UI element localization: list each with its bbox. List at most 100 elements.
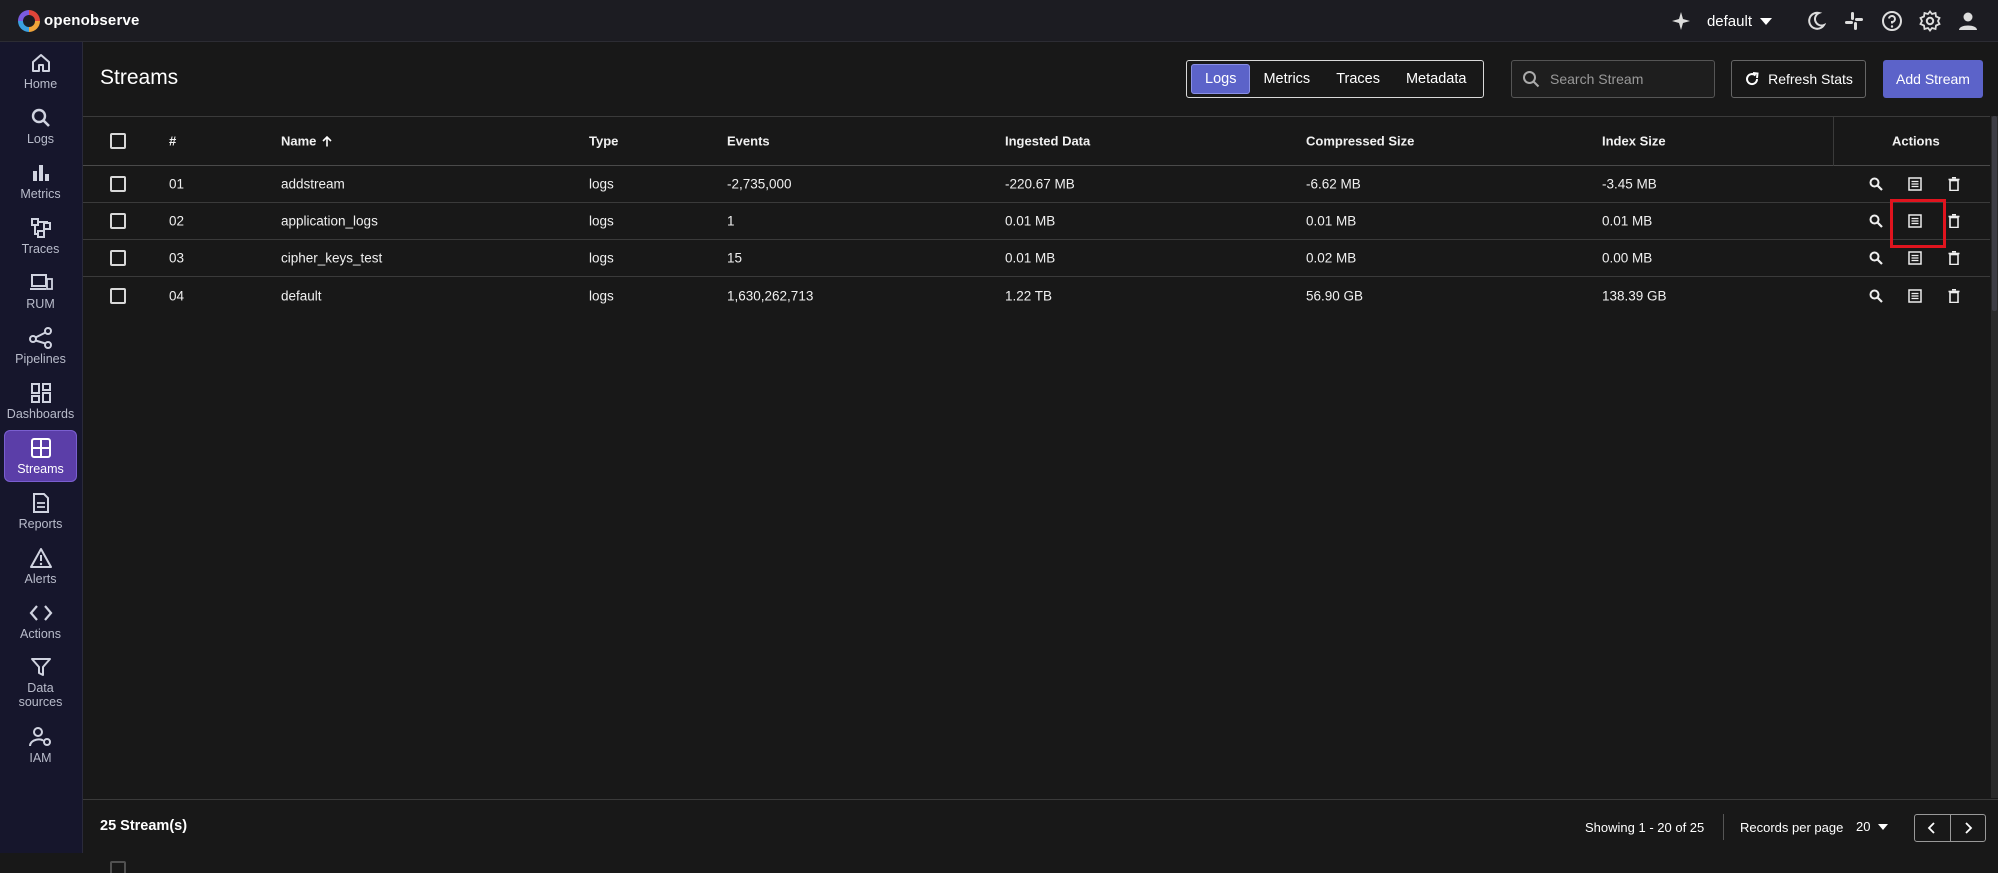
delete-trash-icon[interactable] [1945,212,1963,230]
row-index: 138.39 GB [1602,288,1667,303]
tab-metadata[interactable]: Metadata [1393,65,1479,93]
sparkle-icon[interactable] [1669,9,1693,33]
row-checkbox[interactable] [110,250,126,266]
user-icon[interactable] [1956,9,1980,33]
tab-logs[interactable]: Logs [1191,64,1251,94]
records-per-page-label: Records per page [1740,820,1844,835]
delete-trash-icon[interactable] [1945,287,1963,305]
select-all-checkbox[interactable] [110,133,126,149]
help-icon[interactable] [1880,9,1904,33]
next-page-button[interactable] [1951,815,1986,841]
home-icon [31,54,50,72]
sidebar-item-iam[interactable]: IAM [4,726,77,772]
row-checkbox[interactable] [110,176,126,192]
tab-metrics[interactable]: Metrics [1250,65,1323,93]
sidebar-item-dashboards[interactable]: Dashboards [4,382,77,428]
add-stream-button[interactable]: Add Stream [1883,60,1983,98]
sidebar-item-rum[interactable]: RUM [4,272,77,318]
chevron-left-icon [1927,822,1935,834]
sidebar-item-data-sources[interactable]: Data sources [4,656,77,714]
prev-page-button[interactable] [1915,815,1951,841]
row-type: logs [589,213,614,229]
slack-icon[interactable] [1842,9,1866,33]
explore-search-icon[interactable] [1867,175,1885,193]
explore-search-icon[interactable] [1867,212,1885,230]
records-per-page-select[interactable]: 20 [1856,819,1889,834]
col-ingested: Ingested Data [1005,133,1091,149]
top-bar: openobserve default [0,0,1998,42]
schema-details-icon[interactable] [1906,249,1924,267]
traces-icon [30,218,51,238]
column-divider [1833,117,1834,166]
sidebar-item-pipelines[interactable]: Pipelines [4,327,77,373]
row-events: 1,630,262,713 [727,288,814,303]
row-name: default [281,288,322,303]
sidebar-item-label: Reports [18,517,63,531]
code-icon [29,605,52,621]
sidebar-item-metrics[interactable]: Metrics [4,162,77,208]
table-row: 02 application_logs logs 1 0.01 MB 0.01 … [83,203,1990,240]
row-index: 0.01 MB [1602,213,1653,229]
col-actions: Actions [1892,133,1940,149]
row-compressed: -6.62 MB [1306,176,1361,192]
stream-type-tabs: Logs Metrics Traces Metadata [1186,60,1485,98]
sidebar-item-actions[interactable]: Actions [4,602,77,648]
moon-icon[interactable] [1804,9,1828,33]
row-ingested: -220.67 MB [1005,176,1075,192]
app-logo[interactable]: openobserve [18,9,140,32]
row-compressed: 0.02 MB [1306,250,1357,266]
sidebar-item-logs[interactable]: Logs [4,107,77,153]
sidebar-item-label: Logs [26,132,55,146]
scrollbar-thumb[interactable] [1992,116,1997,311]
tab-traces[interactable]: Traces [1323,65,1393,93]
sidebar-item-label: Metrics [20,187,61,201]
delete-trash-icon[interactable] [1945,249,1963,267]
row-ingested: 1.22 TB [1005,288,1053,303]
sidebar-item-label: RUM [26,297,55,311]
report-icon [32,493,49,513]
footer-divider [1723,814,1724,840]
sidebar-item-label: Actions [20,627,61,641]
highlight-box [1890,199,1946,248]
dashboard-icon [30,383,51,403]
delete-trash-icon[interactable] [1945,175,1963,193]
explore-search-icon[interactable] [1867,249,1885,267]
sidebar-item-streams[interactable]: Streams [4,430,77,482]
refresh-stats-button[interactable]: Refresh Stats [1731,60,1866,98]
row-checkbox[interactable] [110,287,126,304]
logo-icon [18,9,40,32]
settings-icon[interactable] [1918,9,1942,33]
schema-details-icon[interactable] [1906,287,1924,305]
row-type: logs [589,250,614,266]
bar-chart-icon [32,165,49,181]
pipeline-icon [28,327,52,349]
table-row: 03 cipher_keys_test logs 15 0.01 MB 0.02… [83,240,1990,277]
logo-text: openobserve [44,12,140,29]
sort-asc-icon [322,135,332,146]
stream-count: 25 Stream(s) [100,818,188,834]
table-scrollbar[interactable] [1991,116,1998,798]
table-header: # Name Type Events Ingested Data Compres… [83,117,1990,166]
search-input[interactable] [1550,71,1700,87]
chevron-down-icon [1878,823,1889,830]
sidebar-item-label: Data sources [18,681,63,709]
col-name[interactable]: Name [281,134,333,149]
row-checkbox[interactable] [110,213,126,229]
row-num: 02 [169,213,185,229]
row-ingested: 0.01 MB [1005,250,1056,266]
org-selector[interactable]: default [1707,13,1772,30]
sidebar-item-home[interactable]: Home [4,52,77,98]
col-type: Type [589,133,619,149]
explore-search-icon[interactable] [1867,287,1885,305]
row-index: 0.00 MB [1602,250,1653,266]
table-row: 01 addstream logs -2,735,000 -220.67 MB … [83,166,1990,203]
sidebar-item-alerts[interactable]: Alerts [4,547,77,593]
sidebar-item-reports[interactable]: Reports [4,492,77,538]
refresh-label: Refresh Stats [1768,71,1853,87]
sidebar-item-traces[interactable]: Traces [4,217,77,263]
alert-icon [29,548,52,568]
streams-table: # Name Type Events Ingested Data Compres… [83,116,1990,873]
refresh-icon [1746,72,1759,86]
schema-details-icon[interactable] [1906,175,1924,193]
chevron-right-icon [1965,822,1973,834]
